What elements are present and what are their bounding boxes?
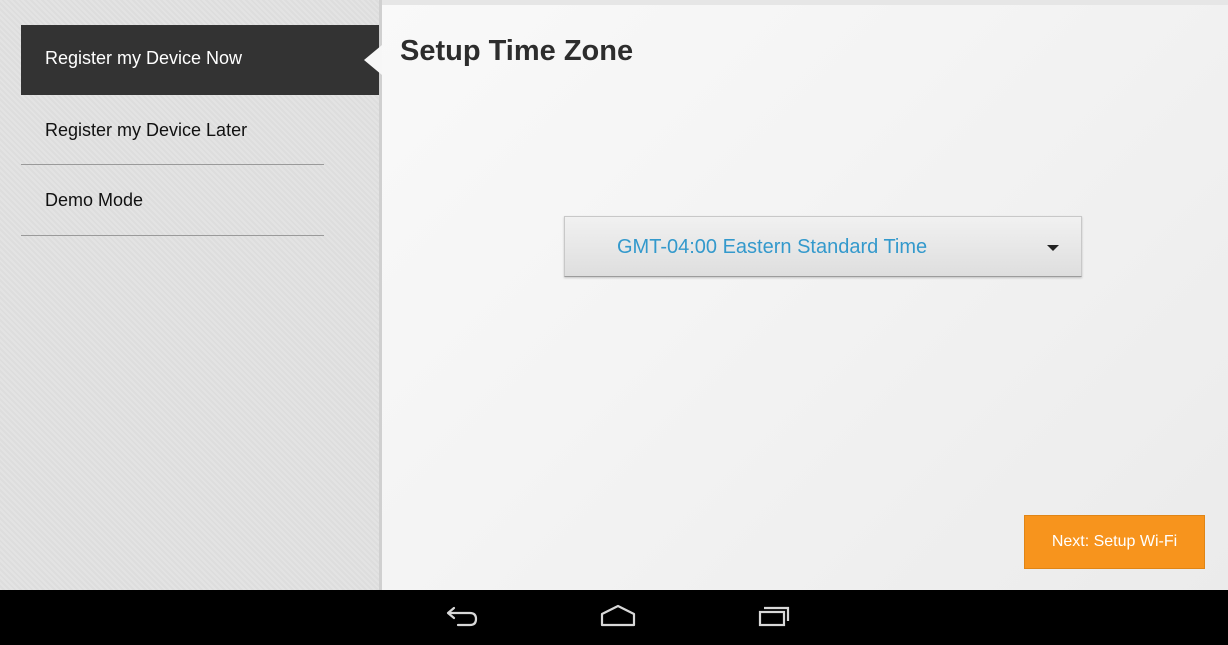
sidebar-item-demo-mode[interactable]: Demo Mode (21, 166, 324, 236)
page-title: Setup Time Zone (400, 35, 634, 67)
main-panel: Setup Time Zone GMT-04:00 Eastern Standa… (382, 5, 1228, 590)
sidebar-item-label: Register my Device Now (45, 48, 243, 68)
next-setup-wifi-button[interactable]: Next: Setup Wi-Fi (1024, 515, 1205, 569)
sidebar-item-label: Register my Device Later (45, 120, 248, 140)
back-button[interactable] (432, 600, 492, 636)
home-button[interactable] (588, 600, 648, 636)
back-icon (446, 606, 478, 627)
selection-notch (364, 45, 382, 75)
sidebar-item-label: Demo Mode (45, 190, 144, 210)
sidebar: Register my Device Now Register my Devic… (0, 0, 381, 590)
timezone-value: GMT-04:00 Eastern Standard Time (617, 236, 928, 258)
recent-apps-button[interactable] (744, 600, 804, 636)
sidebar-item-register-now[interactable]: Register my Device Now (21, 25, 381, 95)
recent-apps-icon (758, 606, 790, 627)
home-icon (600, 604, 636, 627)
system-navigation-bar (0, 590, 1228, 645)
sidebar-item-register-later[interactable]: Register my Device Later (21, 95, 324, 165)
timezone-select[interactable]: GMT-04:00 Eastern Standard Time (564, 216, 1082, 277)
caret-down-icon (1047, 245, 1059, 251)
